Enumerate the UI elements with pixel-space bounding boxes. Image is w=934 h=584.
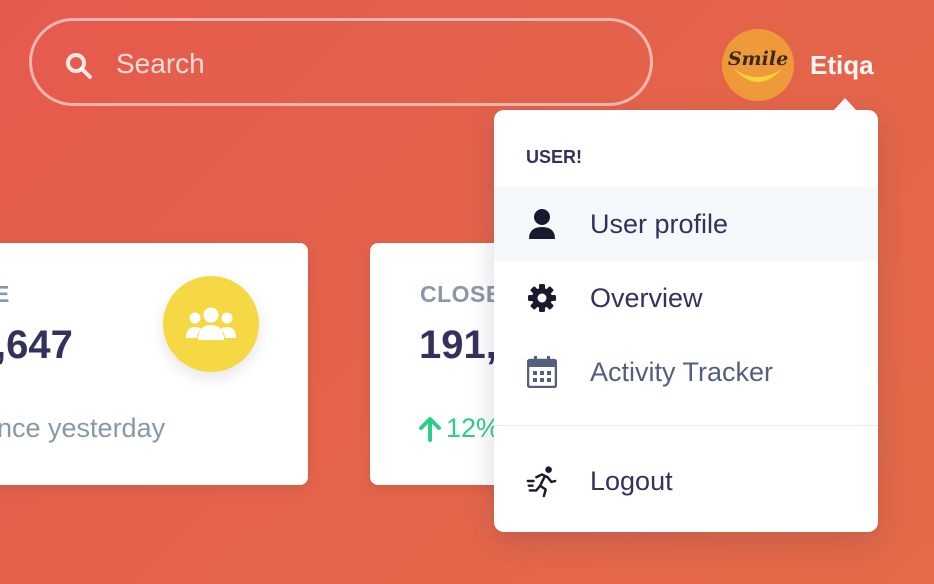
users-icon — [186, 307, 236, 340]
menu-item-label: Overview — [590, 282, 703, 313]
menu-item-label: Activity Tracker — [590, 356, 774, 387]
card-label: E — [0, 281, 10, 307]
user-name[interactable]: Etiqa — [810, 50, 874, 81]
menu-item-logout[interactable]: Logout — [494, 444, 878, 518]
card-trend: 12% — [418, 413, 500, 444]
user-dropdown-menu: USER! User profile Overview Activity Tra… — [494, 110, 878, 532]
calendar-icon — [526, 356, 558, 388]
menu-item-label: User profile — [590, 208, 729, 239]
dropdown-divider — [494, 425, 878, 426]
dropdown-header: USER! — [526, 147, 583, 167]
svg-text:Smile: Smile — [728, 48, 788, 70]
card-note: nce yesterday — [0, 413, 166, 443]
card-value: ,647 — [0, 323, 73, 367]
smile-logo-icon: Smile — [722, 29, 794, 101]
avatar[interactable]: Smile — [722, 29, 794, 101]
menu-item-user-profile[interactable]: User profile — [494, 187, 878, 261]
users-icon-circle — [163, 276, 259, 372]
menu-item-label: Logout — [590, 465, 673, 496]
search-input[interactable] — [114, 41, 618, 87]
gear-icon — [526, 282, 558, 314]
search-icon — [66, 53, 92, 79]
menu-item-overview[interactable]: Overview — [494, 261, 878, 335]
user-icon — [526, 208, 558, 240]
stat-card-users: E ,647 nce yesterday — [0, 243, 308, 485]
search-bar[interactable] — [29, 18, 653, 106]
running-icon — [526, 465, 558, 498]
arrow-up-icon — [419, 416, 441, 442]
trend-value: 12% — [446, 413, 501, 443]
card-value: 191, — [419, 323, 497, 367]
menu-item-activity-tracker[interactable]: Activity Tracker — [494, 335, 878, 409]
card-label: CLOSE — [420, 281, 502, 307]
